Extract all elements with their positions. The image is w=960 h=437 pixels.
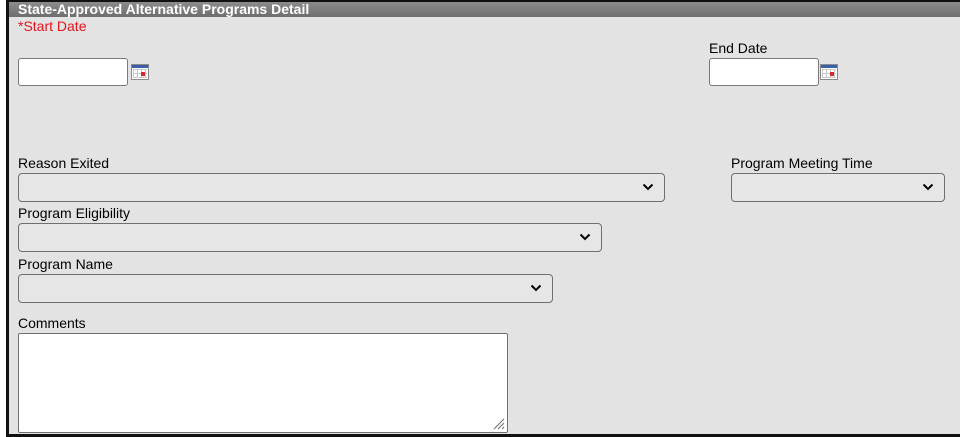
reason-exited-select[interactable] <box>18 173 665 202</box>
chevron-down-icon <box>642 183 654 191</box>
chevron-down-icon <box>530 284 542 292</box>
start-date-label-text: Start Date <box>23 18 87 34</box>
program-meeting-time-label: Program Meeting Time <box>731 155 873 171</box>
program-meeting-time-select[interactable] <box>731 173 945 202</box>
resize-grip-icon[interactable] <box>491 416 505 430</box>
program-name-label: Program Name <box>18 256 113 272</box>
end-date-label: End Date <box>709 40 768 56</box>
end-date-input[interactable] <box>709 58 819 86</box>
chevron-down-icon <box>579 233 591 241</box>
program-name-select[interactable] <box>18 274 553 303</box>
alternative-programs-panel: State-Approved Alternative Programs Deta… <box>6 0 960 437</box>
panel-title: State-Approved Alternative Programs Deta… <box>9 2 960 17</box>
program-eligibility-label: Program Eligibility <box>18 205 131 221</box>
start-date-label: *Start Date <box>18 18 86 34</box>
comments-label: Comments <box>18 315 86 331</box>
calendar-icon[interactable] <box>820 64 838 80</box>
program-eligibility-select[interactable] <box>18 223 602 252</box>
reason-exited-label: Reason Exited <box>18 155 110 171</box>
comments-textarea[interactable] <box>18 333 508 433</box>
start-date-input[interactable] <box>18 58 128 86</box>
chevron-down-icon <box>922 183 934 191</box>
calendar-icon[interactable] <box>131 64 149 80</box>
